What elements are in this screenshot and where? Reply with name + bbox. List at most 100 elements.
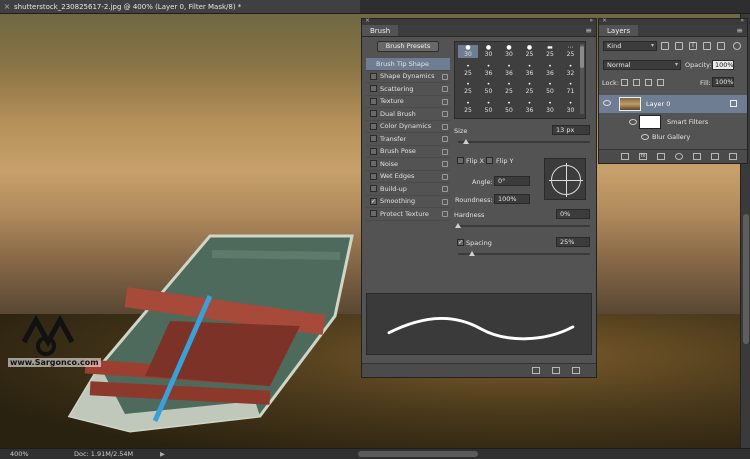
brush-option-row[interactable]: Wet Edges bbox=[366, 171, 450, 183]
brush-tip-preset[interactable]: • 25 bbox=[458, 63, 478, 77]
brush-tip-preset[interactable]: ▬ 25 bbox=[540, 45, 560, 59]
angle-field[interactable]: 0° bbox=[494, 176, 530, 186]
brush-tip-preset[interactable]: • 36 bbox=[520, 63, 540, 77]
brush-option-checkbox[interactable] bbox=[370, 97, 377, 105]
brush-option-checkbox[interactable] bbox=[370, 160, 377, 168]
option-lock-icon[interactable] bbox=[442, 173, 448, 180]
lock-image-icon[interactable] bbox=[633, 79, 640, 86]
lock-position-icon[interactable] bbox=[645, 79, 652, 86]
brush-tip-preset[interactable]: • 36 bbox=[499, 63, 519, 77]
new-group-icon[interactable] bbox=[693, 153, 701, 160]
brush-tip-preset[interactable]: • 50 bbox=[540, 82, 560, 96]
add-style-icon[interactable]: fx bbox=[639, 153, 647, 160]
brush-option-checkbox[interactable] bbox=[370, 72, 377, 80]
smart-filters-eye-icon[interactable] bbox=[629, 119, 637, 125]
smart-filters-row[interactable]: Smart Filters bbox=[599, 113, 747, 131]
spacing-slider-knob[interactable] bbox=[469, 251, 475, 256]
brush-option-checkbox[interactable] bbox=[370, 210, 377, 218]
brush-tip-preset[interactable]: ● 30 bbox=[458, 45, 478, 58]
brush-tip-preset[interactable]: • 50 bbox=[479, 100, 499, 114]
option-lock-icon[interactable] bbox=[442, 98, 448, 105]
close-tab-icon[interactable]: × bbox=[0, 2, 14, 11]
brush-option-row[interactable]: Brush Tip Shape bbox=[366, 58, 450, 71]
brush-option-checkbox[interactable] bbox=[370, 110, 377, 118]
link-layers-icon[interactable] bbox=[621, 153, 629, 160]
zoom-level[interactable]: 400% bbox=[0, 450, 40, 458]
option-lock-icon[interactable] bbox=[442, 211, 448, 217]
visibility-eye-icon[interactable] bbox=[603, 100, 611, 106]
scroll-thumb[interactable] bbox=[743, 214, 749, 344]
close-layers-panel-icon[interactable]: × bbox=[602, 17, 607, 24]
option-lock-icon[interactable] bbox=[442, 136, 448, 142]
option-lock-icon[interactable] bbox=[442, 161, 448, 167]
size-slider[interactable] bbox=[458, 141, 590, 143]
brush-tip-preset[interactable]: • 36 bbox=[479, 63, 499, 77]
toggle-bristle-preview-icon[interactable] bbox=[532, 367, 540, 374]
spacing-field[interactable]: 25% bbox=[556, 237, 590, 247]
option-lock-icon[interactable] bbox=[442, 186, 448, 192]
open-preset-manager-icon[interactable] bbox=[552, 367, 560, 374]
brush-tip-preset[interactable]: • 36 bbox=[540, 63, 560, 77]
create-new-brush-icon[interactable] bbox=[572, 367, 580, 374]
blend-mode-select[interactable]: Normal ▾ bbox=[603, 60, 681, 70]
brush-option-checkbox[interactable] bbox=[370, 185, 377, 193]
brush-tip-preset[interactable]: • 36 bbox=[520, 100, 540, 114]
filter-toggle-icon[interactable] bbox=[733, 42, 741, 50]
brush-tip-preset[interactable]: • 25 bbox=[458, 100, 478, 114]
collapse-layers-panel-icon[interactable]: » bbox=[740, 17, 744, 24]
option-lock-icon[interactable] bbox=[442, 111, 448, 117]
option-lock-icon[interactable] bbox=[442, 198, 448, 205]
brush-tip-preset[interactable]: • 32 bbox=[561, 63, 581, 77]
blur-gallery-row[interactable]: Blur Gallery bbox=[599, 131, 747, 143]
filter-kind-select[interactable]: Kind ▾ bbox=[603, 41, 657, 51]
brush-tip-preset[interactable]: • 30 bbox=[561, 100, 581, 114]
document-tab[interactable]: × shutterstock_230825617-2.jpg @ 400% (L… bbox=[0, 0, 360, 14]
filter-pixel-icon[interactable] bbox=[661, 42, 669, 50]
panel-menu-icon[interactable]: ≡ bbox=[581, 25, 596, 36]
option-lock-icon[interactable] bbox=[442, 73, 448, 80]
flip-y-checkbox[interactable] bbox=[486, 157, 493, 164]
brush-option-row[interactable]: Protect Texture bbox=[366, 208, 450, 221]
brush-option-row[interactable]: Color Dynamics bbox=[366, 121, 450, 133]
panel-header[interactable]: × » bbox=[362, 17, 596, 25]
option-lock-icon[interactable] bbox=[442, 123, 448, 130]
tab-brush[interactable]: Brush bbox=[362, 25, 399, 36]
fill-field[interactable]: 100% bbox=[712, 77, 734, 87]
brush-tip-preset[interactable]: ● 25 bbox=[520, 45, 540, 59]
angle-roundness-widget[interactable] bbox=[544, 158, 586, 200]
brush-option-row[interactable]: Transfer bbox=[366, 133, 450, 146]
brush-option-row[interactable]: Noise bbox=[366, 158, 450, 171]
roundness-field[interactable]: 100% bbox=[494, 194, 530, 204]
brush-tip-preset[interactable]: • 25 bbox=[499, 82, 519, 96]
brush-option-checkbox[interactable] bbox=[370, 122, 377, 130]
option-lock-icon[interactable] bbox=[442, 86, 448, 92]
brush-option-row[interactable]: Shape Dynamics bbox=[366, 71, 450, 83]
lock-all-icon[interactable] bbox=[657, 79, 664, 86]
tab-layers[interactable]: Layers bbox=[599, 25, 639, 36]
new-layer-icon[interactable] bbox=[711, 153, 719, 160]
brush-option-row[interactable]: Build-up bbox=[366, 183, 450, 196]
brush-option-checkbox[interactable] bbox=[370, 147, 377, 155]
filter-adjustment-icon[interactable] bbox=[675, 42, 683, 50]
hardness-slider-knob[interactable] bbox=[455, 223, 461, 228]
brush-tip-preset[interactable]: • 25 bbox=[520, 82, 540, 96]
brush-tip-preset[interactable]: • 25 bbox=[458, 82, 478, 96]
brush-presets-button[interactable]: Brush Presets bbox=[377, 41, 439, 52]
flip-x-checkbox[interactable] bbox=[457, 157, 464, 164]
horizontal-scrollbar[interactable] bbox=[358, 451, 478, 457]
brush-tip-grid[interactable]: ● 30 ● 30 ● 30 ● 25 ▬ 25 ⋯ 25 • 25 • 36 • 36 • 36 • 36 • 32 • 25 •… bbox=[454, 41, 586, 119]
blur-gallery-eye-icon[interactable] bbox=[641, 134, 649, 140]
filter-type-icon[interactable]: T bbox=[689, 42, 697, 50]
close-panel-icon[interactable]: × bbox=[365, 17, 370, 24]
brush-tip-preset[interactable]: ● 30 bbox=[499, 45, 519, 59]
brush-tip-preset[interactable]: • 50 bbox=[479, 82, 499, 96]
opacity-field[interactable]: 100% bbox=[712, 60, 734, 70]
brush-tip-preset[interactable]: • 30 bbox=[540, 100, 560, 114]
size-field[interactable]: 13 px bbox=[552, 125, 590, 135]
brush-option-row[interactable]: ✓ Smoothing bbox=[366, 196, 450, 208]
spacing-slider[interactable] bbox=[458, 253, 590, 255]
brush-option-checkbox[interactable] bbox=[370, 172, 377, 180]
layers-menu-icon[interactable]: ≡ bbox=[732, 25, 747, 36]
filter-shape-icon[interactable] bbox=[703, 42, 711, 50]
brush-option-checkbox[interactable] bbox=[370, 85, 377, 93]
